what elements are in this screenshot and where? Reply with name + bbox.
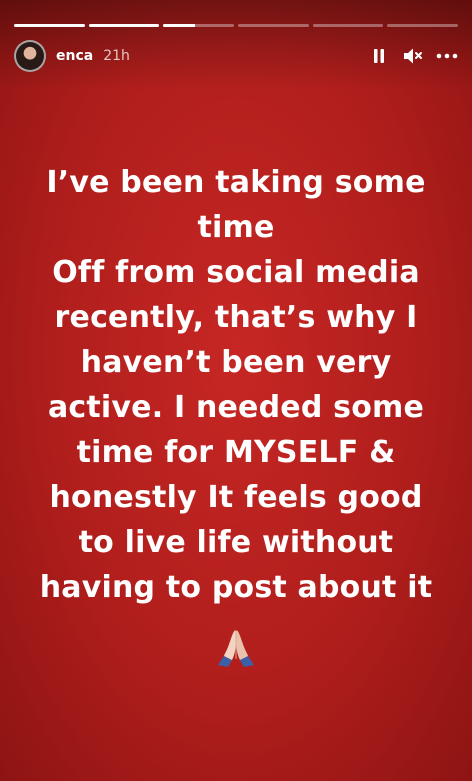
story-progress-bar — [14, 24, 459, 27]
progress-segment — [88, 24, 160, 27]
progress-segment — [312, 24, 384, 27]
avatar[interactable] — [14, 40, 46, 72]
story-controls — [368, 45, 458, 67]
story-viewer[interactable]: enca 21h I’ve been taking some time Off … — [0, 0, 472, 781]
post-time: 21h — [103, 48, 130, 64]
story-header: enca 21h — [14, 38, 458, 74]
progress-segment — [238, 24, 309, 27]
mute-button[interactable] — [402, 45, 424, 67]
folded-hands-icon — [218, 630, 254, 667]
story-text-line: having to post about it — [39, 570, 433, 605]
pause-icon — [374, 49, 384, 63]
story-text-line: recently, that’s why I — [54, 300, 418, 335]
pause-button[interactable] — [368, 45, 390, 67]
story-text-line: Off from social media — [52, 255, 420, 290]
progress-segment — [387, 24, 459, 27]
story-text-line: time — [197, 210, 275, 245]
story-text-line: active. I needed some — [47, 390, 425, 425]
progress-segment — [163, 24, 235, 27]
story-text-line: time for MYSELF & — [76, 435, 396, 470]
more-options-icon — [436, 53, 458, 59]
story-text: I’ve been taking some time Off from soci… — [20, 160, 452, 610]
story-text-line: haven’t been very — [80, 345, 392, 380]
username[interactable]: enca — [56, 48, 93, 64]
story-text-line: honestly It feels good — [49, 480, 423, 515]
progress-fill — [88, 24, 160, 27]
muted-speaker-icon — [404, 48, 422, 64]
progress-segment — [14, 24, 85, 27]
more-options-button[interactable] — [436, 45, 458, 67]
progress-fill — [14, 24, 85, 27]
progress-fill — [163, 24, 196, 27]
story-text-line: I’ve been taking some — [46, 165, 426, 200]
story-text-line: to live life without — [78, 525, 394, 560]
emoji-sticker — [0, 625, 472, 669]
